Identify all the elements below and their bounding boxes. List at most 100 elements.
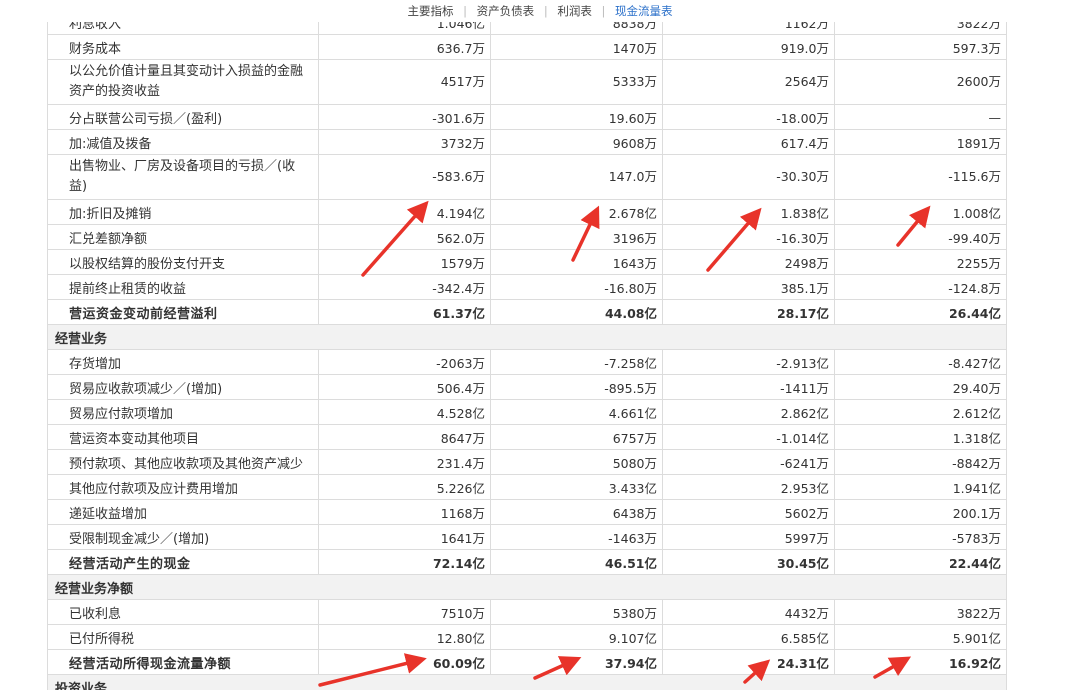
value-cell: 5333万 bbox=[490, 59, 663, 105]
value-cell: -6241万 bbox=[662, 449, 835, 475]
row-label: 递延收益增加 bbox=[47, 499, 319, 525]
value-cell: -18.00万 bbox=[662, 104, 835, 130]
value-cell: 26.44亿 bbox=[834, 299, 1007, 325]
row-label: 利息收入 bbox=[47, 22, 319, 35]
tab-balance-sheet[interactable]: 资产负债表 bbox=[471, 4, 541, 18]
value-cell: -2063万 bbox=[318, 349, 491, 375]
value-cell: 4.194亿 bbox=[318, 199, 491, 225]
section-header-row: 经营业务净额 bbox=[47, 574, 1007, 600]
row-label: 其他应付款项及应计费用增加 bbox=[47, 474, 319, 500]
value-cell: 6757万 bbox=[490, 424, 663, 450]
value-cell: 2498万 bbox=[662, 249, 835, 275]
row-label: 营运资金变动前经营溢利 bbox=[47, 299, 319, 325]
row-label: 已收利息 bbox=[47, 599, 319, 625]
value-cell: -1463万 bbox=[490, 524, 663, 550]
tab-separator: | bbox=[463, 4, 467, 18]
row-label: 营运资本变动其他项目 bbox=[47, 424, 319, 450]
value-cell: 2.953亿 bbox=[662, 474, 835, 500]
value-cell: 5.901亿 bbox=[834, 624, 1007, 650]
value-cell: 44.08亿 bbox=[490, 299, 663, 325]
table-row: 加:减值及拨备 3732万 9608万 617.4万 1891万 bbox=[47, 129, 1007, 155]
row-label: 以股权结算的股份支付开支 bbox=[47, 249, 319, 275]
value-cell: -7.258亿 bbox=[490, 349, 663, 375]
value-cell: 2.862亿 bbox=[662, 399, 835, 425]
value-cell: 5380万 bbox=[490, 599, 663, 625]
value-cell: 4432万 bbox=[662, 599, 835, 625]
table-row: 出售物业、厂房及设备项目的亏损／(收益) -583.6万 147.0万 -30.30万… bbox=[47, 154, 1007, 200]
value-cell: 2600万 bbox=[834, 59, 1007, 105]
value-cell: 1.046亿 bbox=[318, 22, 491, 35]
value-cell: 3732万 bbox=[318, 129, 491, 155]
value-cell: 16.92亿 bbox=[834, 649, 1007, 675]
tab-income-statement[interactable]: 利润表 bbox=[551, 4, 598, 18]
table-row: 加:折旧及摊销 4.194亿 2.678亿 1.838亿 1.008亿 bbox=[47, 199, 1007, 225]
value-cell: 2.612亿 bbox=[834, 399, 1007, 425]
value-cell: -1411万 bbox=[662, 374, 835, 400]
value-cell: 4.661亿 bbox=[490, 399, 663, 425]
value-cell: 7510万 bbox=[318, 599, 491, 625]
table-row: 存货增加 -2063万 -7.258亿 -2.913亿 -8.427亿 bbox=[47, 349, 1007, 375]
subtotal-row: 经营活动产生的现金 72.14亿 46.51亿 30.45亿 22.44亿 bbox=[47, 549, 1007, 575]
table-row: 以股权结算的股份支付开支 1579万 1643万 2498万 2255万 bbox=[47, 249, 1007, 275]
value-cell: 1.008亿 bbox=[834, 199, 1007, 225]
value-cell: 72.14亿 bbox=[318, 549, 491, 575]
section-header-row: 经营业务 bbox=[47, 324, 1007, 350]
value-cell: -301.6万 bbox=[318, 104, 491, 130]
row-label: 加:减值及拨备 bbox=[47, 129, 319, 155]
value-cell: 506.4万 bbox=[318, 374, 491, 400]
section-header-row: 投资业务 bbox=[47, 674, 1007, 690]
value-cell: 1579万 bbox=[318, 249, 491, 275]
row-label: 预付款项、其他应收款项及其他资产减少 bbox=[47, 449, 319, 475]
table-row: 财务成本 636.7万 1470万 919.0万 597.3万 bbox=[47, 34, 1007, 60]
value-cell: 8838万 bbox=[490, 22, 663, 35]
value-cell: 1168万 bbox=[318, 499, 491, 525]
table-row: 其他应付款项及应计费用增加 5.226亿 3.433亿 2.953亿 1.941亿 bbox=[47, 474, 1007, 500]
row-label: 存货增加 bbox=[47, 349, 319, 375]
value-cell: 1891万 bbox=[834, 129, 1007, 155]
value-cell: -8.427亿 bbox=[834, 349, 1007, 375]
row-label: 加:折旧及摊销 bbox=[47, 199, 319, 225]
value-cell: -115.6万 bbox=[834, 154, 1007, 200]
table-row: 提前终止租赁的收益 -342.4万 -16.80万 385.1万 -124.8万 bbox=[47, 274, 1007, 300]
table-row: 递延收益增加 1168万 6438万 5602万 200.1万 bbox=[47, 499, 1007, 525]
value-cell: 3822万 bbox=[834, 22, 1007, 35]
value-cell: 919.0万 bbox=[662, 34, 835, 60]
value-cell: 8647万 bbox=[318, 424, 491, 450]
value-cell: 1.838亿 bbox=[662, 199, 835, 225]
row-label: 出售物业、厂房及设备项目的亏损／(收益) bbox=[47, 154, 319, 200]
value-cell: 5.226亿 bbox=[318, 474, 491, 500]
tab-main-indicators[interactable]: 主要指标 bbox=[401, 4, 459, 18]
row-label: 受限制现金减少／(增加) bbox=[47, 524, 319, 550]
value-cell: 1.318亿 bbox=[834, 424, 1007, 450]
value-cell: -8842万 bbox=[834, 449, 1007, 475]
value-cell: -16.30万 bbox=[662, 224, 835, 250]
section-title: 投资业务 bbox=[47, 674, 1007, 690]
value-cell: 597.3万 bbox=[834, 34, 1007, 60]
value-cell: 24.31亿 bbox=[662, 649, 835, 675]
section-title: 经营业务净额 bbox=[47, 574, 1007, 600]
table-row: 已收利息 7510万 5380万 4432万 3822万 bbox=[47, 599, 1007, 625]
section-title: 经营业务 bbox=[47, 324, 1007, 350]
row-label: 提前终止租赁的收益 bbox=[47, 274, 319, 300]
value-cell: -2.913亿 bbox=[662, 349, 835, 375]
value-cell: -99.40万 bbox=[834, 224, 1007, 250]
value-cell: 385.1万 bbox=[662, 274, 835, 300]
value-cell: 30.45亿 bbox=[662, 549, 835, 575]
value-cell: -895.5万 bbox=[490, 374, 663, 400]
value-cell: 60.09亿 bbox=[318, 649, 491, 675]
value-cell: 19.60万 bbox=[490, 104, 663, 130]
table-row: 以公允价值计量且其变动计入损益的金融资产的投资收益 4517万 5333万 2564万… bbox=[47, 59, 1007, 105]
value-cell: -30.30万 bbox=[662, 154, 835, 200]
value-cell: 3196万 bbox=[490, 224, 663, 250]
tab-cash-flow[interactable]: 现金流量表 bbox=[609, 4, 679, 18]
value-cell: 1.941亿 bbox=[834, 474, 1007, 500]
subtotal-row: 营运资金变动前经营溢利 61.37亿 44.08亿 28.17亿 26.44亿 bbox=[47, 299, 1007, 325]
table-row: 利息收入 1.046亿 8838万 1162万 3822万 bbox=[47, 22, 1007, 35]
row-label: 贸易应付款项增加 bbox=[47, 399, 319, 425]
value-cell: -5783万 bbox=[834, 524, 1007, 550]
value-cell: 2.678亿 bbox=[490, 199, 663, 225]
row-label: 汇兑差额净额 bbox=[47, 224, 319, 250]
cash-flow-table-container: 利息收入 1.046亿 8838万 1162万 3822万 财务成本 636.7万 1470万… bbox=[47, 22, 1007, 690]
table-row: 预付款项、其他应收款项及其他资产减少 231.4万 5080万 -6241万 -8842… bbox=[47, 449, 1007, 475]
row-label: 经营活动产生的现金 bbox=[47, 549, 319, 575]
